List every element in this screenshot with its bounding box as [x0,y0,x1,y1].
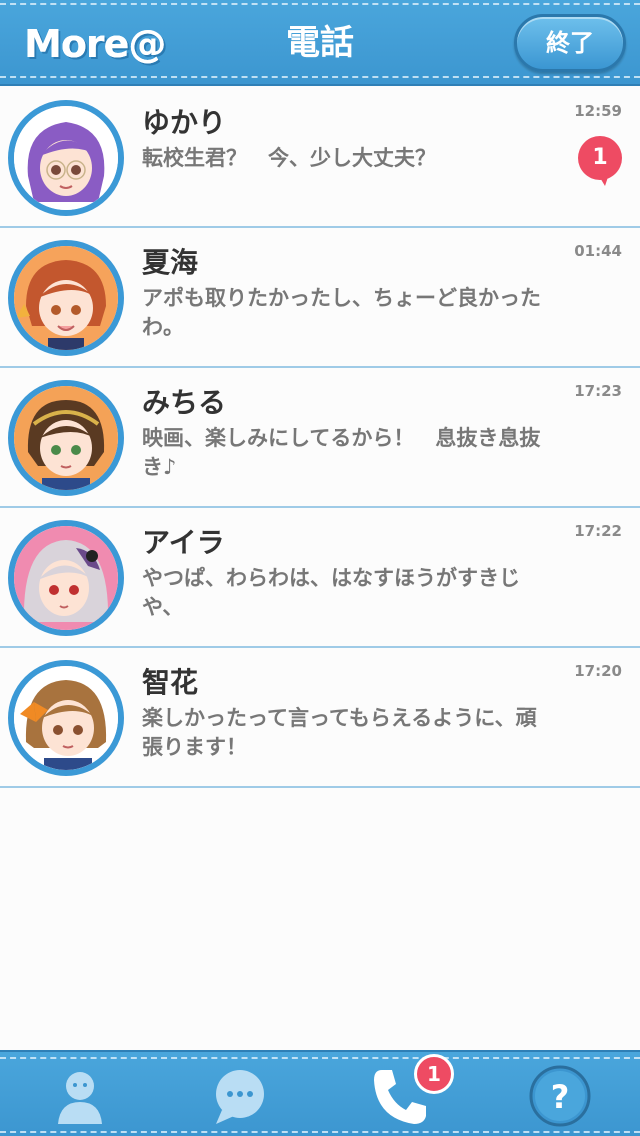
call-row-michiru[interactable]: みちる 映画、楽しみにしてるから！ 息抜き息抜き♪ 17:23 [0,368,640,508]
contact-name: ゆかり [142,106,227,139]
avatar-image [14,526,118,630]
avatar [8,660,124,776]
avatar-image [14,106,118,210]
unread-count: 1 [592,145,608,170]
header-stitch-bottom [0,76,640,78]
app-logo: More@ [24,22,166,66]
contact-name: アイラ [142,526,225,559]
call-row-natsumi[interactable]: 夏海 アポも取りたかったし、ちょーど良かったわ。 01:44 [0,228,640,368]
contact-name: 夏海 [142,246,199,279]
call-time: 17:20 [574,662,622,680]
last-message: 映画、楽しみにしてるから！ 息抜き息抜き♪ [142,426,541,479]
tab-bar: ? [0,1050,640,1136]
phone-tab-badge: 1 [414,1054,454,1094]
svg-text:?: ? [551,1078,570,1116]
call-time: 12:59 [574,102,622,120]
avatar [8,380,124,496]
call-list: ゆかり 転校生君？ 今、少し大丈夫？ 12:59 1 夏海 アポも取りたかったし… [0,88,640,788]
tab-profile[interactable] [48,1064,112,1128]
avatar [8,520,124,636]
last-message: やつぱ、わらわは、はなすほうがすきじや、 [142,566,520,619]
unread-badge: 1 [575,136,625,186]
avatar-image [14,246,118,350]
help-icon: ? [529,1065,591,1127]
call-row-yukari[interactable]: ゆかり 転校生君？ 今、少し大丈夫？ 12:59 1 [0,88,640,228]
call-time: 01:44 [574,242,622,260]
last-message: アポも取りたかったし、ちょーど良かったわ。 [142,286,541,339]
end-button[interactable]: 終了 [514,14,626,72]
contact-name: 智花 [142,666,199,699]
avatar-image [14,666,118,770]
profile-icon [58,1072,102,1124]
avatar-image [14,386,118,490]
tabbar-stitch-bottom [0,1131,640,1133]
last-message: 楽しかったって言ってもらえるように、頑張ります！ [142,706,537,759]
tabbar-stitch-top [0,1057,640,1059]
header-stitch-top [0,3,640,5]
avatar [8,240,124,356]
chat-icon [216,1070,264,1124]
app-header: More@ 電話 終了 [0,0,640,86]
last-message: 転校生君？ 今、少し大丈夫？ [142,146,436,170]
tab-chat[interactable] [208,1064,272,1128]
call-row-tomoka[interactable]: 智花 楽しかったって言ってもらえるように、頑張ります！ 17:20 [0,648,640,788]
call-time: 17:23 [574,382,622,400]
call-row-aira[interactable]: アイラ やつぱ、わらわは、はなすほうがすきじや、 17:22 [0,508,640,648]
avatar [8,100,124,216]
tab-help[interactable]: ? [528,1064,592,1128]
page-title: 電話 [286,23,354,63]
contact-name: みちる [142,386,227,419]
call-time: 17:22 [574,522,622,540]
